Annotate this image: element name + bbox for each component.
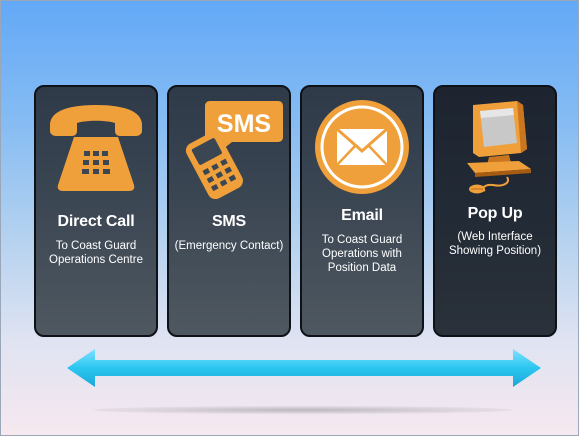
card-email: Email To Coast Guard Operations with Pos…	[300, 85, 424, 337]
card-title: Direct Call	[57, 213, 135, 230]
card-description: (Emergency Contact)	[174, 240, 284, 252]
slide: Direct Call To Coast Guard Operations Ce…	[0, 0, 579, 436]
card-description: (Web Interface Showing Position)	[448, 231, 542, 257]
computer-icon	[435, 97, 555, 197]
card-title: Pop Up	[467, 205, 523, 222]
card-title: Email	[341, 207, 383, 224]
card-direct-call: Direct Call To Coast Guard Operations Ce…	[34, 85, 158, 337]
card-description: To Coast Guard Operations with Position …	[321, 234, 403, 274]
envelope-icon	[302, 97, 422, 197]
floor-shadow	[93, 406, 513, 414]
card-popup: Pop Up (Web Interface Showing Position)	[433, 85, 557, 337]
card-description: To Coast Guard Operations Centre	[49, 240, 143, 266]
sms-phone-icon: SMS	[169, 95, 289, 199]
double-arrow-icon	[67, 349, 541, 387]
card-sms: SMS SMS (Emergency Contact)	[167, 85, 291, 337]
sms-bubble-text: SMS	[217, 110, 271, 138]
card-title: SMS	[211, 213, 247, 230]
telephone-icon	[36, 101, 156, 193]
